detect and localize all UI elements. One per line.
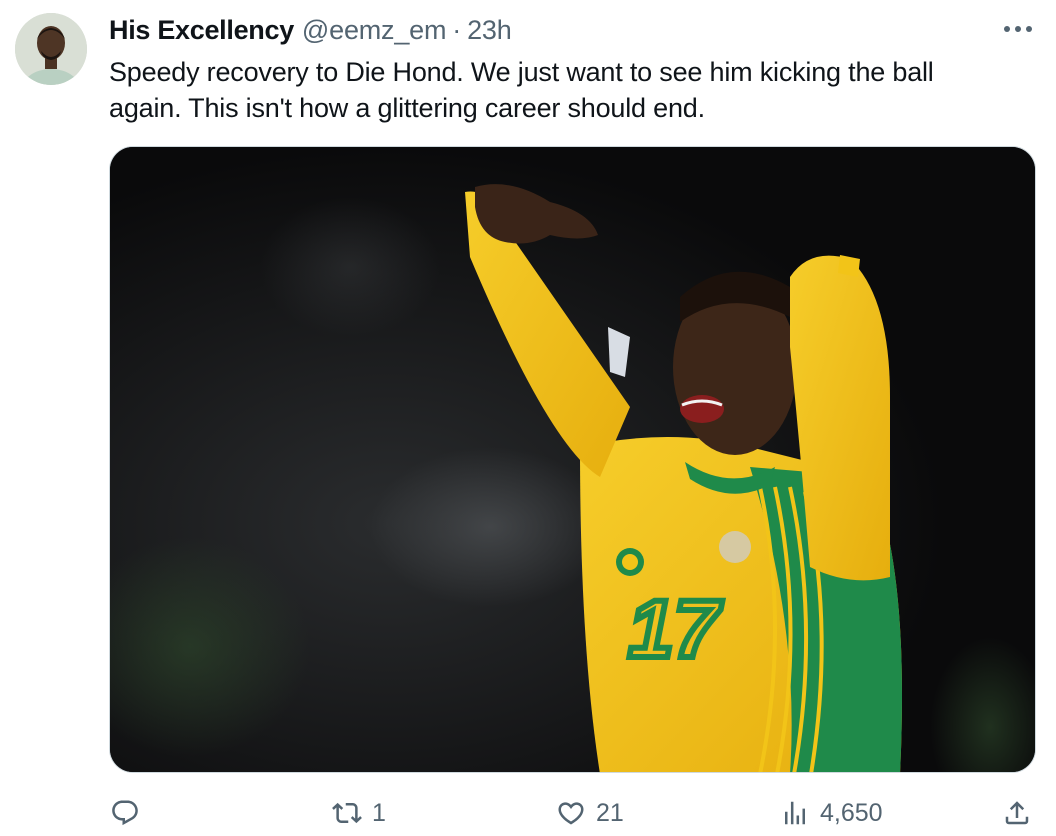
reply-button[interactable] [110, 790, 140, 836]
tweet-text: Speedy recovery to Die Hond. We just wan… [109, 54, 1009, 126]
views-chart-icon [785, 801, 805, 825]
retweet-count: 1 [372, 798, 386, 827]
share-button[interactable] [1002, 790, 1032, 836]
tweet-card[interactable]: His Excellency @eemz_em · 23h Speedy rec… [0, 0, 1056, 836]
tweet-actions: 1 21 4,650 [0, 790, 1056, 836]
display-name[interactable]: His Excellency [109, 14, 294, 46]
tweet-text-line: again. This isn't how a glittering caree… [109, 93, 705, 123]
tweet-header: His Excellency @eemz_em · 23h [109, 14, 512, 46]
more-options-button[interactable] [1000, 14, 1036, 44]
tweet-photo[interactable]: 17 [109, 146, 1036, 773]
heart-icon [558, 802, 584, 825]
football-player-photo: 17 [110, 147, 1035, 772]
avatar-image [15, 13, 87, 85]
views-count: 4,650 [820, 798, 883, 827]
more-horizontal-icon [1004, 26, 1032, 32]
separator-dot: · [452, 15, 462, 45]
like-count: 21 [596, 798, 624, 827]
jersey-number: 17 [628, 584, 723, 675]
timestamp[interactable]: 23h [467, 14, 512, 46]
share-icon [1005, 801, 1029, 825]
retweet-button[interactable]: 1 [332, 790, 386, 836]
user-handle[interactable]: @eemz_em [302, 14, 447, 46]
views-button[interactable]: 4,650 [780, 790, 883, 836]
like-button[interactable]: 21 [556, 790, 624, 836]
reply-icon [112, 800, 138, 826]
user-avatar[interactable] [15, 13, 87, 85]
tweet-text-line: Speedy recovery to Die Hond. We just wan… [109, 57, 934, 87]
retweet-icon [332, 802, 362, 824]
